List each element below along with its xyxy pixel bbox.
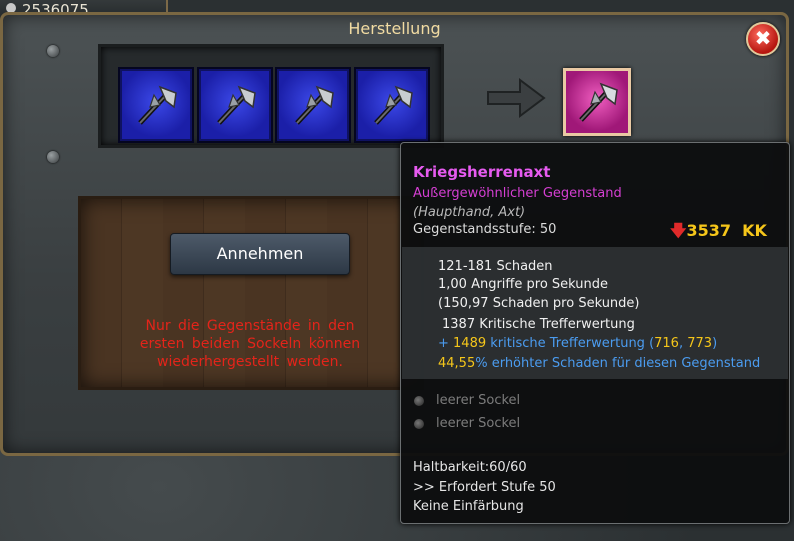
socket-icon [414,419,424,429]
accept-button[interactable]: Annehmen [170,233,350,275]
warning-line: wiederhergestellt werden. [157,354,343,370]
close-button[interactable]: ✖ [746,22,780,56]
ingredient-slot-2[interactable] [199,69,271,141]
stat-line: 1,00 Angriffe pro Sekunde [438,277,609,292]
warning-text: Nur die Gegenstände in den ersten beiden… [120,317,380,371]
socket-icon [414,396,424,406]
rivet-decoration [47,151,59,163]
socket-line: leerer Sockel [436,416,521,431]
down-arrow-icon: 🡇 [670,221,687,240]
axe-icon [579,82,618,122]
warning-line: ersten beiden Sockeln können [139,336,361,352]
item-rarity: Außergewöhnlicher Gegenstand [413,186,622,201]
combat-rating-unit: KK [742,221,767,240]
item-name: Kriegsherrenaxt [413,163,551,181]
bonus-damage-line: 44,55% erhöhter Schaden für diesen Gegen… [438,356,761,371]
item-level-label: Gegenstandsstufe: [413,222,536,237]
ingredient-slot-4[interactable] [356,69,428,141]
stat-line: (150,97 Schaden pro Sekunde) [438,296,640,311]
axe-icon [374,85,413,125]
combat-rating-compare: 🡇3537 KK [670,220,767,247]
combat-rating-value: 3537 [686,221,731,240]
item-level-value: 50 [539,222,557,237]
item-tooltip: Kriegsherrenaxt Außergewöhnlicher Gegens… [400,142,790,524]
right-arrow-icon [487,78,546,118]
stats-section: 121-181 Schaden 1,00 Angriffe pro Sekund… [402,247,788,379]
level-requirement: >> Erfordert Stufe 50 [413,480,556,495]
ingredient-slot-3[interactable] [277,69,349,141]
axe-icon [295,85,334,125]
socket-line: leerer Sockel [436,393,521,408]
dye-status: Keine Einfärbung [413,499,524,514]
ingredient-slot-1[interactable] [120,69,192,141]
rivet-decoration [47,45,59,57]
durability: Haltbarkeit:60/60 [413,460,527,475]
result-slot[interactable] [563,68,631,136]
warning-line: Nur die Gegenstände in den [145,318,355,334]
bonus-crit-line: + 1489 kritische Trefferwertung (716, 77… [438,336,718,351]
window-title: Herstellung [348,19,441,38]
item-level: Gegenstandsstufe: 50 [413,222,556,237]
item-type: (Haupthand, Axt) [413,205,526,220]
axe-icon [138,85,177,125]
axe-icon [217,85,256,125]
stat-line: 121-181 Schaden [438,259,553,274]
stat-line: 1387 Kritische Trefferwertung [442,317,635,332]
